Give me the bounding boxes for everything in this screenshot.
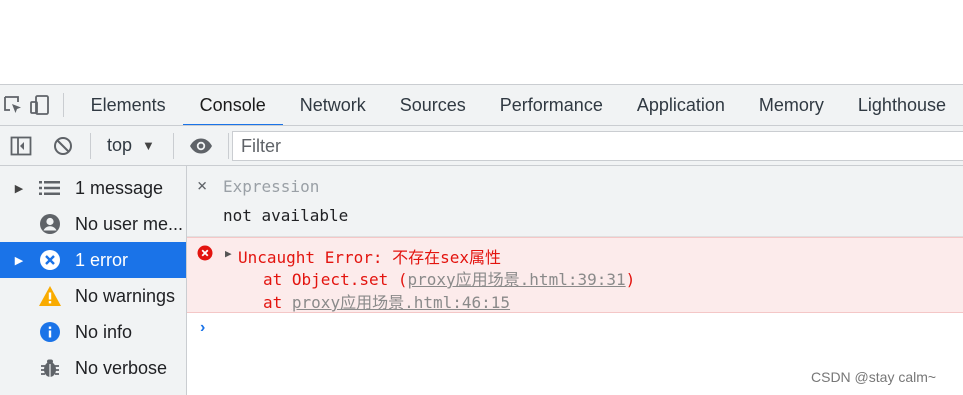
expand-arrow-icon[interactable]: ▶ xyxy=(0,254,38,267)
inspect-element-icon[interactable] xyxy=(0,85,26,125)
tab-sources[interactable]: Sources xyxy=(383,85,483,125)
stack-frame: at proxy应用场景.html:46:15 xyxy=(263,289,510,313)
stack-frame-text: at xyxy=(263,293,292,312)
toolbar-separator xyxy=(90,132,91,159)
info-icon xyxy=(38,320,62,344)
context-selector-label: top xyxy=(107,135,133,155)
console-prompt-icon[interactable]: › xyxy=(200,319,205,337)
sidebar-item-messages[interactable]: ▶ 1 message xyxy=(0,170,186,206)
console-sidebar: ▶ 1 message No user me... ▶ 1 error No w… xyxy=(0,166,187,395)
watermark: CSDN @stay calm~ xyxy=(811,369,937,385)
sidebar-item-label: 1 error xyxy=(75,249,129,270)
error-icon xyxy=(38,248,62,272)
sidebar-item-verbose[interactable]: No verbose xyxy=(0,350,186,386)
sidebar-item-user-messages[interactable]: No user me... xyxy=(0,206,186,242)
stack-frame-text: at Object.set ( xyxy=(263,270,408,289)
tab-performance[interactable]: Performance xyxy=(483,85,620,125)
page-blank-area xyxy=(0,0,963,84)
toggle-sidebar-icon[interactable] xyxy=(0,126,42,166)
expand-error-icon[interactable]: ▶ xyxy=(225,247,232,260)
sidebar-item-label: No info xyxy=(75,321,133,342)
error-icon xyxy=(197,245,213,261)
stack-frame: at Object.set (proxy应用场景.html:39:31) xyxy=(263,266,635,290)
tab-lighthouse[interactable]: Lighthouse xyxy=(841,85,963,125)
toolbar-separator xyxy=(227,132,229,159)
toolbar-separator xyxy=(172,132,174,159)
tab-memory[interactable]: Memory xyxy=(742,85,841,125)
stack-frame-text: ) xyxy=(625,270,636,289)
list-icon xyxy=(38,176,62,200)
tab-elements[interactable]: Elements xyxy=(74,85,183,125)
filter-input[interactable]: Filter xyxy=(232,131,963,161)
expand-arrow-icon[interactable]: ▶ xyxy=(0,182,38,195)
live-expression: × Expression not available xyxy=(187,166,963,237)
context-selector[interactable]: top ▼ xyxy=(97,126,167,166)
sidebar-item-label: No user me... xyxy=(75,213,184,234)
expression-input[interactable]: Expression xyxy=(223,177,319,196)
sidebar-item-label: No verbose xyxy=(75,357,168,378)
device-toolbar-icon[interactable] xyxy=(26,85,52,125)
console-toolbar: top ▼ Filter xyxy=(0,126,963,166)
remove-expression-icon[interactable]: × xyxy=(197,176,207,196)
warning-icon xyxy=(38,284,62,308)
caret-down-icon: ▼ xyxy=(142,138,155,153)
source-link[interactable]: proxy应用场景.html:39:31 xyxy=(408,270,626,289)
expression-value: not available xyxy=(223,206,349,225)
clear-console-icon[interactable] xyxy=(42,126,84,166)
devtools-tabbar: Elements Console Network Sources Perform… xyxy=(0,84,963,126)
sidebar-item-label: No warnings xyxy=(75,285,176,306)
bug-icon xyxy=(38,356,62,380)
tab-application[interactable]: Application xyxy=(620,85,742,125)
error-text: Uncaught Error: 不存在sex属性 xyxy=(238,248,502,267)
user-icon xyxy=(38,212,62,236)
sidebar-item-info[interactable]: No info xyxy=(0,314,186,350)
live-expression-eye-icon[interactable] xyxy=(180,126,222,166)
tab-console[interactable]: Console xyxy=(182,85,283,125)
console-main: × Expression not available ▶ Uncaught Er… xyxy=(187,166,963,395)
tab-network[interactable]: Network xyxy=(283,85,383,125)
sidebar-item-errors[interactable]: ▶ 1 error xyxy=(0,242,186,278)
sidebar-item-label: 1 message xyxy=(75,177,164,198)
sidebar-item-warnings[interactable]: No warnings xyxy=(0,278,186,314)
tabbar-separator xyxy=(62,93,64,117)
source-link[interactable]: proxy应用场景.html:46:15 xyxy=(292,293,510,312)
error-message: ▶ Uncaught Error: 不存在sex属性 at Object.set… xyxy=(187,237,963,313)
